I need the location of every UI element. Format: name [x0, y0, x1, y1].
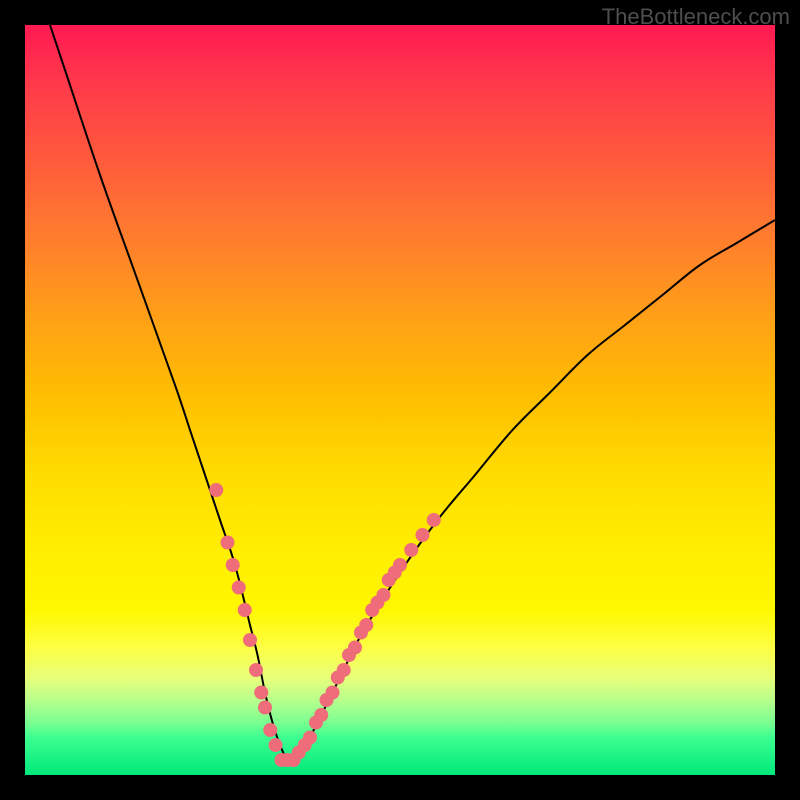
- scatter-marker: [427, 513, 441, 527]
- scatter-marker: [258, 701, 272, 715]
- chart-svg: [25, 25, 775, 775]
- scatter-marker: [232, 581, 246, 595]
- scatter-marker: [404, 543, 418, 557]
- scatter-marker: [243, 633, 257, 647]
- scatter-marker: [249, 663, 263, 677]
- chart-frame: TheBottleneck.com: [0, 0, 800, 800]
- scatter-marker: [393, 558, 407, 572]
- scatter-marker: [238, 603, 252, 617]
- plot-area: [25, 25, 775, 775]
- scatter-marker: [416, 528, 430, 542]
- scatter-marker: [209, 483, 223, 497]
- scatter-marker: [337, 663, 351, 677]
- scatter-marker: [303, 731, 317, 745]
- scatter-marker: [263, 723, 277, 737]
- scatter-marker: [377, 588, 391, 602]
- scatter-marker: [269, 738, 283, 752]
- scatter-marker: [221, 536, 235, 550]
- scatter-marker: [359, 618, 373, 632]
- scatter-marker: [254, 686, 268, 700]
- bottleneck-curve: [25, 25, 775, 762]
- scatter-marker: [348, 641, 362, 655]
- watermark-text: TheBottleneck.com: [602, 4, 790, 30]
- scatter-markers: [209, 483, 441, 767]
- scatter-marker: [314, 708, 328, 722]
- scatter-marker: [326, 686, 340, 700]
- scatter-marker: [226, 558, 240, 572]
